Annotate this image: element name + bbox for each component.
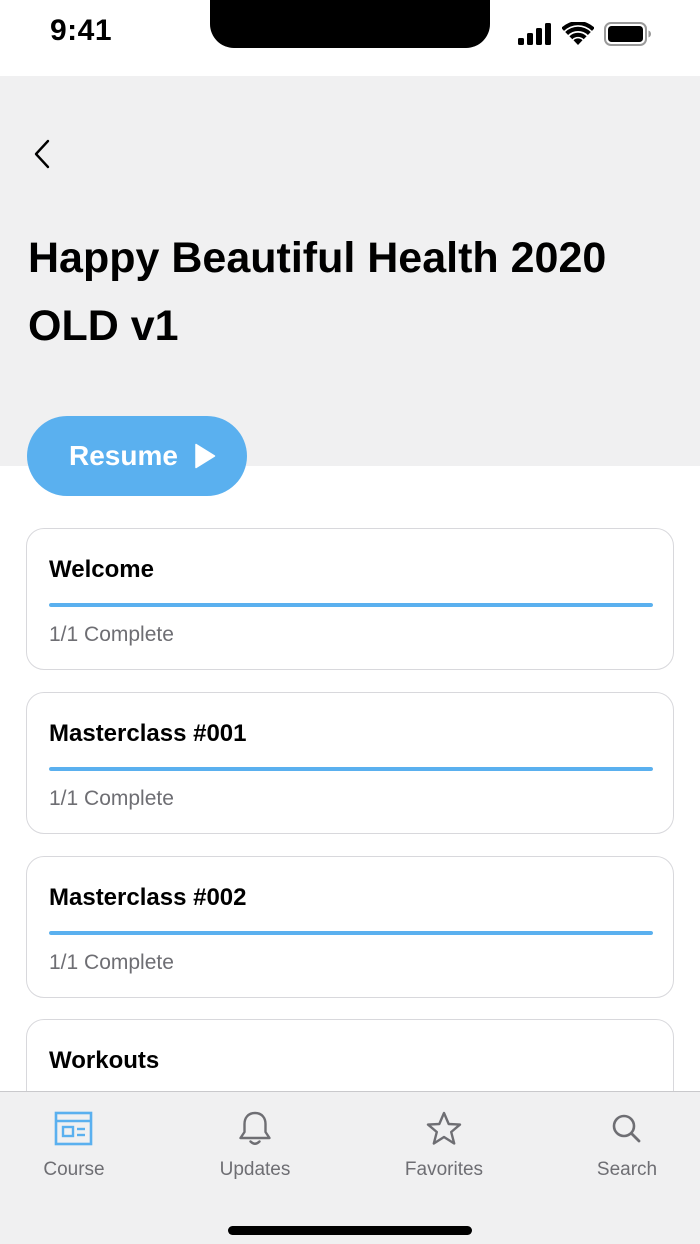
course-header: Happy Beautiful Health 2020 OLD v1 bbox=[0, 76, 700, 466]
play-icon bbox=[194, 443, 216, 469]
tab-favorites[interactable]: Favorites bbox=[369, 1110, 519, 1181]
tab-label: Favorites bbox=[404, 1159, 484, 1180]
bell-icon bbox=[236, 1110, 274, 1153]
star-icon bbox=[425, 1110, 463, 1153]
device-notch bbox=[210, 0, 490, 48]
module-title: Masterclass #001 bbox=[49, 720, 247, 747]
module-progress-bar bbox=[49, 603, 653, 607]
resume-label: Resume bbox=[69, 440, 178, 471]
course-title: Happy Beautiful Health 2020 OLD v1 bbox=[28, 234, 607, 350]
tab-label: Search bbox=[596, 1159, 658, 1180]
module-progress-fill bbox=[49, 931, 653, 935]
course-screen: 9:41 Happy Beautiful Health 2020 OLD v1 … bbox=[0, 0, 700, 1244]
module-status: 1/1 Complete bbox=[49, 623, 174, 646]
tab-label: Updates bbox=[219, 1159, 291, 1180]
module-progress-bar bbox=[49, 931, 653, 935]
module-card-welcome[interactable]: Welcome 1/1 Complete bbox=[26, 528, 674, 670]
module-progress-bar bbox=[49, 767, 653, 771]
tab-bar: Course Updates Favorites Search bbox=[0, 1091, 700, 1244]
status-bar: 9:41 bbox=[0, 0, 700, 76]
tab-updates[interactable]: Updates bbox=[180, 1110, 330, 1181]
module-title: Workouts bbox=[49, 1047, 160, 1074]
status-icons bbox=[518, 21, 652, 51]
tab-search[interactable]: Search bbox=[552, 1110, 700, 1181]
chevron-left-icon bbox=[33, 139, 51, 174]
course-icon bbox=[54, 1110, 94, 1153]
module-card-masterclass-001[interactable]: Masterclass #001 1/1 Complete bbox=[26, 692, 674, 834]
module-status: 1/1 Complete bbox=[49, 787, 174, 810]
cellular-signal-icon bbox=[518, 23, 552, 50]
back-button[interactable] bbox=[26, 136, 58, 176]
module-title: Welcome bbox=[49, 556, 154, 583]
status-time: 9:41 bbox=[50, 14, 113, 47]
search-icon bbox=[608, 1110, 646, 1153]
wifi-icon bbox=[561, 21, 595, 51]
home-indicator bbox=[228, 1226, 472, 1235]
battery-icon bbox=[604, 22, 652, 51]
module-status: 1/1 Complete bbox=[49, 951, 174, 974]
module-card-masterclass-002[interactable]: Masterclass #002 1/1 Complete bbox=[26, 856, 674, 998]
module-progress-fill bbox=[49, 603, 653, 607]
tab-course[interactable]: Course bbox=[0, 1110, 149, 1181]
resume-button[interactable]: Resume bbox=[27, 416, 247, 496]
module-progress-fill bbox=[49, 767, 653, 771]
module-title: Masterclass #002 bbox=[49, 884, 247, 911]
tab-label: Course bbox=[43, 1159, 105, 1180]
